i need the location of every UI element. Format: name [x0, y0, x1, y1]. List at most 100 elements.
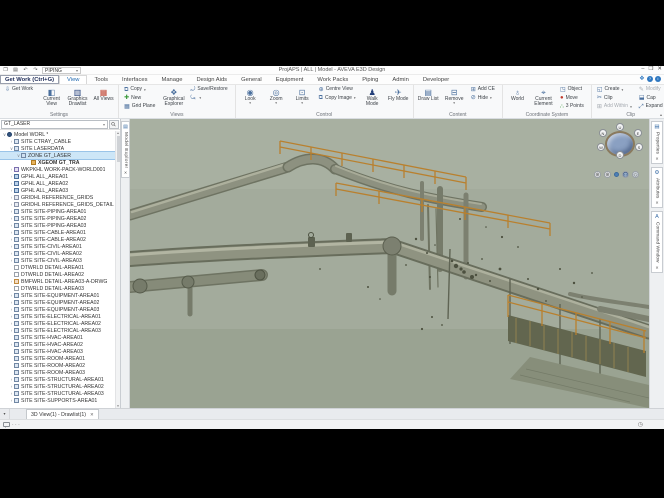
tree-item[interactable]: DTWRLD DETAIL-AREA02 — [0, 271, 120, 278]
tree-item[interactable]: › SITE SITE-STRUCTURAL-AREA01 — [0, 376, 120, 383]
iso-view-button[interactable]: ◇ — [632, 171, 639, 178]
tree-item[interactable]: › SITE SITE-ELECTRICAL-AREA01 — [0, 313, 120, 320]
active-view-tab[interactable]: 3D View(1) - Drawlist(1) ✕ — [26, 409, 99, 419]
ribbon-button[interactable]: ▤ Draw List — [416, 86, 441, 112]
tree-item[interactable]: › SITE SITE-EQUIPMENT-AREA03 — [0, 306, 120, 313]
search-button[interactable]: ⚲ — [109, 120, 119, 129]
zoom-out-button[interactable]: ⊕ — [604, 171, 611, 178]
ribbon-button[interactable]: ◧ Current View — [39, 86, 64, 112]
ribbon-tab[interactable]: View — [59, 75, 87, 84]
ribbon-button[interactable]: ⊞ Add Within ▾ — [594, 103, 635, 112]
tree-item[interactable]: SITE SITE-ROOM-AREA01 — [0, 355, 120, 362]
view-tab-dropdown[interactable]: ▾ — [0, 409, 10, 419]
tree-item[interactable]: SITE SITE-ROOM-AREA03 — [0, 369, 120, 376]
tree-item[interactable]: › SITE SITE-CABLE-AREA01 — [0, 229, 120, 236]
ribbon-tab[interactable]: Equipment — [269, 75, 311, 84]
ribbon-button[interactable]: ∴ 3 Points — [557, 103, 589, 112]
tree-item[interactable]: DTWRLD DETAIL-AREA03 — [0, 285, 120, 292]
search-input[interactable] — [4, 121, 103, 127]
ribbon-tab[interactable]: Work Packs — [310, 75, 355, 84]
navigation-compass[interactable]: U N E W S D — [597, 125, 643, 167]
ribbon-button[interactable]: ✎ Modify — [636, 86, 664, 95]
tree-item[interactable]: › SITE SITE-EQUIPMENT-AREA01 — [0, 292, 120, 299]
ribbon-button[interactable]: ⤢ Expand — [636, 103, 664, 112]
ribbon-tab[interactable]: Design Aids — [189, 75, 234, 84]
right-panel-tab[interactable]: ⚙ Attributes ✕ — [651, 167, 663, 208]
tree-item[interactable]: › GPHL ALL_AREA03 — [0, 187, 120, 194]
tree-item[interactable]: › SITE SITE-STRUCTURAL-AREA03 — [0, 390, 120, 397]
compass-north[interactable]: N — [599, 129, 607, 137]
ribbon-button[interactable]: ⊟ Remove ▾ — [442, 86, 467, 112]
search-input-wrap[interactable]: ▾ — [1, 120, 108, 129]
tree-item[interactable]: › SITE SITE-ELECTRICAL-AREA03 — [0, 327, 120, 334]
right-panel-tab[interactable]: ▤ Properties ✕ — [651, 121, 663, 164]
tree-item[interactable]: › GPHL ALL_AREA02 — [0, 180, 120, 187]
scroll-up-icon[interactable]: ▴ — [116, 131, 120, 135]
close-icon[interactable]: ✕ — [655, 265, 658, 270]
ribbon-button[interactable]: ♟ Walk Mode — [360, 86, 385, 112]
tree-item[interactable]: SITE SITE-HVAC-AREA03 — [0, 348, 120, 355]
tree-item[interactable]: › SITE SITE-CIVIL-AREA01 — [0, 243, 120, 250]
close-icon[interactable]: ✕ — [655, 156, 658, 161]
close-icon[interactable]: ✕ — [90, 412, 94, 418]
tree-item[interactable]: › GPHL ALL_AREA01 — [0, 173, 120, 180]
ribbon-button[interactable]: ⊕ Centre View — [316, 86, 359, 95]
tree-item[interactable]: DTWRLD DETAIL-AREA01 — [0, 264, 120, 271]
close-icon[interactable]: ✕ — [124, 170, 127, 175]
ribbon-tab[interactable]: General — [234, 75, 269, 84]
right-panel-tab[interactable]: A Command Window ✕ — [651, 211, 663, 273]
tree-item[interactable]: › SITE SITE-EQUIPMENT-AREA02 — [0, 299, 120, 306]
tree-item[interactable]: › GRIDHL REFERENCE_GRIDS_DETAIL — [0, 201, 120, 208]
tree-item[interactable]: SITE SITE-ROOM-AREA02 — [0, 362, 120, 369]
close-button[interactable]: ✕ — [657, 66, 662, 72]
ribbon-button[interactable]: ✂ Clip — [594, 95, 635, 104]
tree-item[interactable]: ∨ SITE LASERDATA — [0, 145, 120, 152]
tree-item[interactable]: › SITE SITE-PIPING-AREA03 — [0, 222, 120, 229]
ribbon-button[interactable]: ✈ Fly Mode — [386, 86, 411, 112]
tree-item[interactable]: › SITE SITE-CIVIL-AREA02 — [0, 250, 120, 257]
tree-item[interactable]: › SITE SITE-HVAC-AREA02 — [0, 341, 120, 348]
close-icon[interactable]: ✕ — [655, 200, 658, 205]
compass-down[interactable]: D — [616, 151, 624, 159]
tree-item[interactable]: › SITE SITE-CABLE-AREA02 — [0, 236, 120, 243]
about-icon[interactable]: i — [655, 76, 661, 82]
tree-item[interactable]: › SITE SITE-PIPING-AREA01 — [0, 208, 120, 215]
tree-item[interactable]: › GRIDHL REFERENCE_GRIDS — [0, 194, 120, 201]
ribbon-button[interactable]: ◱ Create ▾ — [594, 86, 635, 95]
ribbon-button[interactable]: ⇩ Get Work — [2, 86, 38, 95]
3d-viewport[interactable]: U N E W S D ⊕ ⊕ ◍ ◇ — [130, 119, 649, 408]
ribbon-tab[interactable]: Tools — [87, 75, 115, 84]
history-icon[interactable]: ◷ — [638, 421, 643, 428]
minimize-button[interactable]: – — [641, 66, 644, 72]
world-view-button[interactable]: ◍ — [622, 171, 629, 178]
ribbon-tab[interactable]: Piping — [355, 75, 385, 84]
tree-item[interactable]: › SITE SITE-PIPING-AREA02 — [0, 215, 120, 222]
ribbon-tab[interactable]: Manage — [155, 75, 190, 84]
tree-item[interactable]: › SITE SITE-STRUCTURAL-AREA02 — [0, 383, 120, 390]
style-diamond-icon[interactable]: ❖ — [639, 76, 645, 82]
tree-item[interactable]: ∨ Model WORL * — [0, 131, 120, 138]
ribbon-button[interactable]: ▦ Grid Plane — [121, 103, 160, 112]
ribbon-tab[interactable]: Developer — [416, 75, 456, 84]
ribbon-button[interactable]: ⬓ Cap — [636, 95, 664, 104]
ribbon-button[interactable]: ❖ Graphical Explorer — [161, 86, 186, 112]
restore-button[interactable]: ❐ — [648, 66, 653, 72]
ribbon-button[interactable]: ⤿ ▾ — [187, 95, 232, 104]
model-explorer-tab[interactable]: ▤ Model Explorer ✕ — [121, 121, 130, 178]
ribbon-button[interactable]: ⊞ Add CE — [468, 86, 500, 95]
ribbon-button[interactable]: ✚ New — [121, 95, 160, 104]
ribbon-button[interactable]: ⧉ Copy Image ▾ — [316, 95, 359, 104]
tree-item[interactable]: › SITE SITE-CIVIL-AREA03 — [0, 257, 120, 264]
ribbon-button[interactable]: ♁ World — [505, 86, 530, 112]
ribbon-collapse-icon[interactable]: ▴ — [660, 112, 662, 117]
ribbon-button[interactable]: ◎ Zoom ▾ — [264, 86, 289, 112]
ribbon-button[interactable]: ⤾ Save/Restore — [187, 86, 232, 95]
ribbon-button[interactable]: ⧉ Copy ▾ — [121, 86, 160, 95]
tree-item[interactable]: › SITE CTRAY_CABLE — [0, 138, 120, 145]
chevron-down-icon[interactable]: ▾ — [103, 122, 105, 127]
compass-east[interactable]: E — [634, 129, 642, 137]
ribbon-button[interactable]: ◳ Object — [557, 86, 589, 95]
ribbon-button[interactable]: ⌖ Current Element — [531, 86, 556, 112]
origin-button[interactable] — [614, 172, 619, 177]
help-icon[interactable]: ? — [647, 76, 653, 82]
